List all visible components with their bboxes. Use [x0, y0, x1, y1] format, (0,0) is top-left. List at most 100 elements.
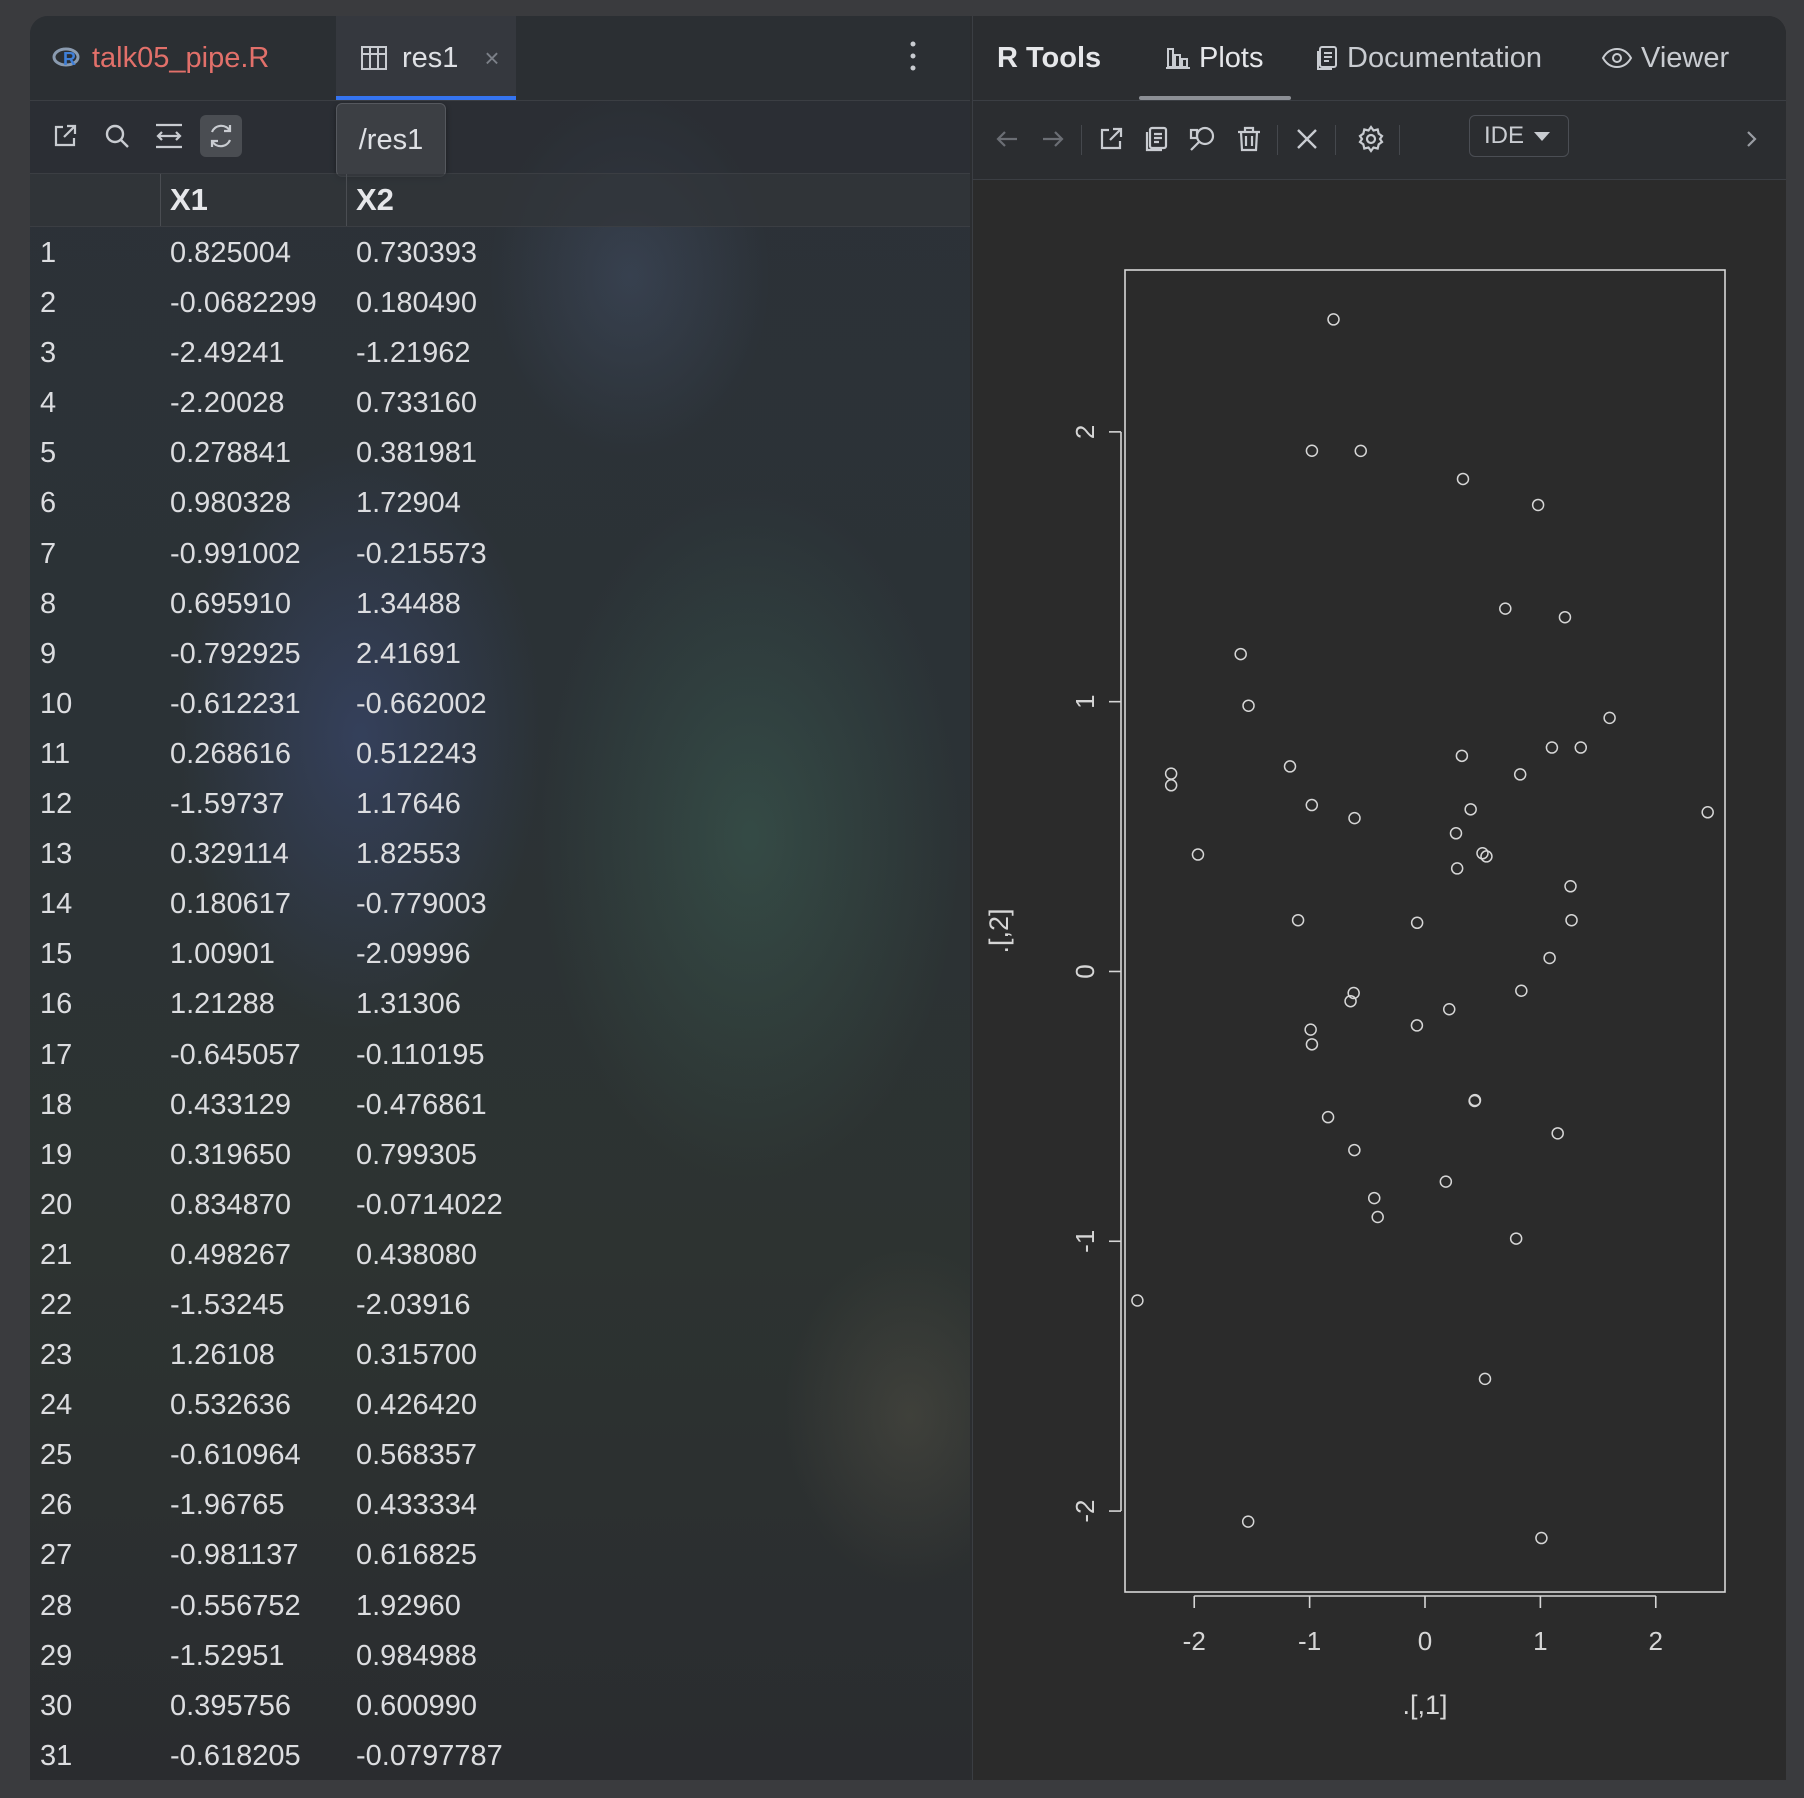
table-row[interactable]: 14 0.180617 -0.779003 [30, 879, 970, 929]
plots-toolbar: IDE [973, 101, 1786, 180]
table-row[interactable]: 29 -1.52951 0.984988 [30, 1631, 970, 1681]
row-index: 5 [40, 437, 57, 470]
data-point [1367, 1191, 1381, 1205]
cell-x2: 2.41691 [356, 637, 461, 670]
row-index: 1 [40, 237, 57, 269]
table-row[interactable]: 30 0.395756 0.600990 [30, 1681, 970, 1731]
table-row[interactable]: 23 1.26108 0.315700 [30, 1330, 970, 1380]
table-row[interactable]: 16 1.21288 1.31306 [30, 979, 970, 1029]
cell-x1: -0.981137 [170, 1539, 299, 1572]
table-row[interactable]: 5 0.278841 0.381981 [30, 428, 970, 478]
more-toolbar-actions-button[interactable] [1731, 119, 1771, 159]
column-fit-icon [156, 123, 182, 149]
delete-plot-button[interactable] [1229, 119, 1269, 159]
cell-x1: -2.49241 [170, 337, 285, 370]
table-row[interactable]: 28 -0.556752 1.92960 [30, 1581, 970, 1631]
search-button[interactable] [96, 115, 138, 157]
tab-label: talk05_pipe.R [92, 41, 270, 74]
table-row[interactable]: 15 1.00901 -2.09996 [30, 929, 970, 979]
eye-icon [1601, 47, 1633, 69]
column-header-x1[interactable]: X1 [170, 174, 208, 226]
x-tick-label: -1 [1298, 1626, 1321, 1656]
table-row[interactable]: 9 -0.792925 2.41691 [30, 629, 970, 679]
data-point [1456, 472, 1470, 486]
previous-plot-button[interactable] [987, 119, 1027, 159]
table-row[interactable]: 12 -1.59737 1.17646 [30, 779, 970, 829]
plot-settings-button[interactable] [1351, 119, 1391, 159]
scatter-plot: -2 -1 0 1 2 -2 -1 0 1 2 .[,1] .[,2] [984, 269, 1726, 1720]
table-row[interactable]: 7 -0.991002 -0.215573 [30, 529, 970, 579]
table-row[interactable]: 10 -0.612231 -0.662002 [30, 679, 970, 729]
table-row[interactable]: 4 -2.20028 0.733160 [30, 378, 970, 428]
cell-x2: 1.31306 [356, 988, 461, 1021]
data-point [1348, 1143, 1361, 1157]
cell-x2: 0.433334 [356, 1489, 477, 1522]
cell-x2: -0.779003 [356, 888, 487, 921]
row-index: 29 [40, 1639, 73, 1672]
table-row[interactable]: 6 0.980328 1.72904 [30, 478, 970, 528]
open-plot-in-editor-button[interactable] [1091, 119, 1131, 159]
cell-x2: 0.799305 [356, 1138, 477, 1171]
plot-canvas[interactable]: -2 -1 0 1 2 -2 -1 0 1 2 .[,1] .[,2] [973, 180, 1786, 1780]
refresh-button[interactable] [200, 115, 242, 157]
plot-target-select[interactable]: IDE [1469, 115, 1569, 157]
tab-res1[interactable]: res1 × [336, 16, 516, 100]
cell-x1: 0.268616 [170, 737, 291, 770]
table-row[interactable]: 18 0.433129 -0.476861 [30, 1080, 970, 1130]
cell-x1: 1.26108 [170, 1339, 275, 1372]
tab-plots[interactable]: Plots [1139, 16, 1291, 100]
cell-x2: 1.82553 [356, 838, 461, 871]
document-icon [1317, 46, 1337, 70]
table-row[interactable]: 17 -0.645057 -0.110195 [30, 1030, 970, 1080]
search-icon [105, 124, 129, 148]
y-tick-label: 2 [1070, 425, 1100, 439]
open-in-new-icon [54, 124, 77, 147]
table-row[interactable]: 3 -2.49241 -1.21962 [30, 328, 970, 378]
row-index: 12 [40, 788, 73, 821]
table-row[interactable]: 24 0.532636 0.426420 [30, 1380, 970, 1430]
open-in-new-button[interactable] [44, 115, 86, 157]
table-row[interactable]: 20 0.834870 -0.0714022 [30, 1180, 970, 1230]
table-row[interactable]: 8 0.695910 1.34488 [30, 579, 970, 629]
zoom-icon [1189, 126, 1215, 151]
table-row[interactable]: 21 0.498267 0.438080 [30, 1230, 970, 1280]
copy-plot-button[interactable] [1137, 119, 1177, 159]
data-point [1241, 1515, 1255, 1528]
cell-x1: 0.498267 [170, 1238, 291, 1271]
cell-x1: -0.645057 [170, 1038, 301, 1071]
row-index: 3 [40, 337, 57, 370]
table-row[interactable]: 19 0.319650 0.799305 [30, 1130, 970, 1180]
cell-x1: 0.278841 [170, 437, 291, 470]
column-header-x2[interactable]: X2 [356, 174, 394, 226]
column-divider[interactable] [160, 174, 161, 226]
r-tools-pane: R Tools Plots Documentation Viewer IDE -… [972, 16, 1786, 1780]
cell-x1: -0.0682299 [170, 287, 317, 320]
table-row[interactable]: 22 -1.53245 -2.03916 [30, 1280, 970, 1330]
table-row[interactable]: 25 -0.610964 0.568357 [30, 1430, 970, 1480]
tab-viewer[interactable]: Viewer [1601, 16, 1729, 100]
table-row[interactable]: 11 0.268616 0.512243 [30, 729, 970, 779]
more-options-icon[interactable] [908, 38, 918, 74]
cell-x2: 0.730393 [356, 237, 477, 269]
table-row[interactable]: 1 0.825004 0.730393 [30, 228, 970, 278]
table-row[interactable]: 31 -0.618205 -0.0797787 [30, 1731, 970, 1780]
clear-all-plots-button[interactable] [1287, 119, 1327, 159]
tab-documentation[interactable]: Documentation [1315, 16, 1542, 100]
table-row[interactable]: 27 -0.981137 0.616825 [30, 1530, 970, 1580]
table-row[interactable]: 26 -1.96765 0.433334 [30, 1480, 970, 1530]
back-arrow-icon [996, 131, 1017, 147]
table-row[interactable]: 2 -0.0682299 0.180490 [30, 278, 970, 328]
fit-columns-button[interactable] [148, 115, 190, 157]
table-row[interactable]: 13 0.329114 1.82553 [30, 829, 970, 879]
toolbar-separator [1335, 125, 1336, 155]
cell-x1: 0.532636 [170, 1389, 291, 1422]
data-point [1701, 806, 1714, 819]
zoom-plot-button[interactable] [1183, 119, 1223, 159]
tab-talk05-pipe-r[interactable]: R talk05_pipe.R [52, 16, 269, 100]
cell-x2: 0.616825 [356, 1539, 477, 1572]
data-point [1478, 1372, 1492, 1386]
close-icon[interactable]: × [484, 43, 499, 74]
column-divider[interactable] [346, 174, 347, 226]
cell-x1: -1.52951 [170, 1639, 285, 1672]
next-plot-button[interactable] [1033, 119, 1073, 159]
